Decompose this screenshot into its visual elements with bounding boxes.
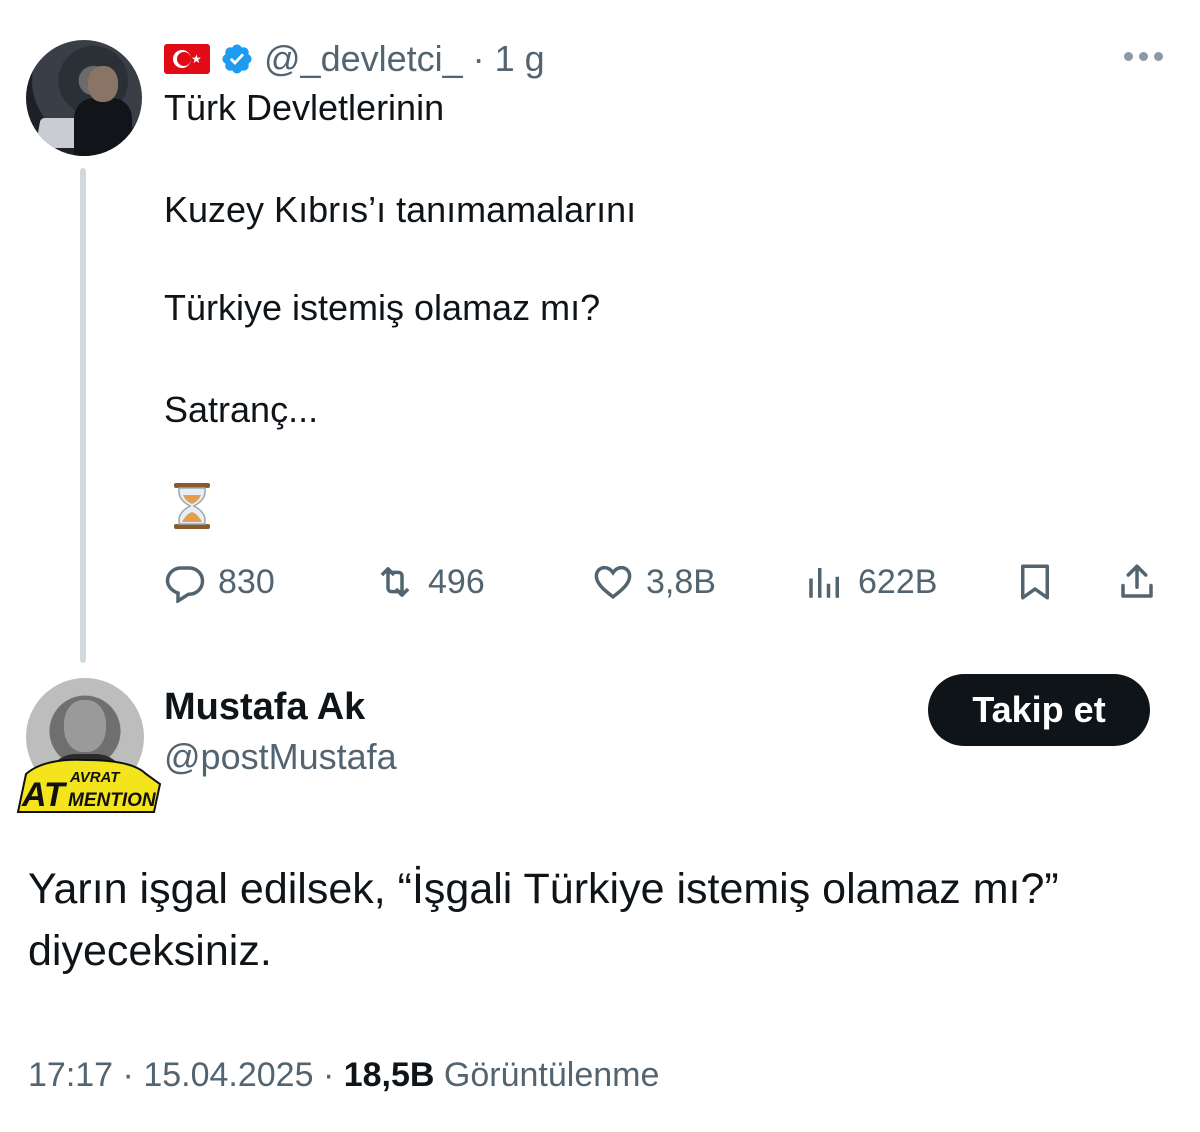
- badge-letters: AT: [21, 776, 68, 814]
- reply-text-line: Yarın işgal edilsek, “İşgali Türkiye ist…: [28, 865, 1059, 913]
- retweet-icon: [380, 567, 410, 597]
- bookmark-icon: [1021, 564, 1049, 600]
- more-icon[interactable]: [1124, 44, 1170, 68]
- tweet-header: ★ @_devletci_ · 1 g: [164, 36, 545, 82]
- thread-line: [80, 168, 86, 663]
- views-count: 622B: [858, 562, 938, 601]
- like-count: 3,8B: [646, 562, 716, 601]
- tweet-line: Türkiye istemiş olamaz mı?: [164, 287, 601, 328]
- reply-count: 830: [218, 562, 275, 601]
- reply-time[interactable]: 17:17: [28, 1056, 113, 1094]
- bookmark-button[interactable]: [1014, 556, 1056, 608]
- reply-text-line: diyeceksiniz.: [28, 927, 272, 975]
- at-mention-badge: AT AVRAT MENTION: [16, 758, 162, 814]
- badge-top: AVRAT: [69, 769, 121, 786]
- reply-views-count: 18,5B: [343, 1056, 435, 1094]
- hourglass-icon: [174, 483, 210, 529]
- reply-views-label: Görüntülenme: [443, 1056, 660, 1094]
- tweet-time[interactable]: 1 g: [495, 38, 545, 80]
- like-icon: [594, 565, 632, 600]
- reply-meta: 17:17 · 15.04.2025 · 18,5B Görüntülenme: [28, 1056, 659, 1095]
- author-handle[interactable]: @_devletci_: [264, 38, 463, 80]
- reply-date[interactable]: 15.04.2025: [143, 1056, 313, 1094]
- verified-icon: [222, 44, 252, 74]
- like-button[interactable]: 3,8B: [592, 556, 716, 608]
- flag-tr-icon: ★: [164, 44, 210, 74]
- tweet-actions: 830 496 3,8B 622B: [164, 556, 1174, 608]
- share-icon: [1121, 564, 1153, 598]
- dot-separator: ·: [122, 1056, 134, 1094]
- reply-text: Yarın işgal edilsek, “İşgali Türkiye ist…: [28, 858, 1178, 982]
- badge-bottom: MENTION: [68, 790, 157, 811]
- dot-separator: ·: [322, 1056, 335, 1094]
- tweet-line: Satranç...: [164, 389, 319, 430]
- share-button[interactable]: [1116, 556, 1158, 608]
- tweet-line: Türk Devletlerinin: [164, 87, 445, 128]
- tweet-line: Kuzey Kıbrıs’ı tanımamalarını: [164, 189, 637, 230]
- reply-author-name[interactable]: Mustafa Ak: [164, 686, 365, 729]
- follow-button[interactable]: Takip et: [928, 674, 1150, 746]
- dot-separator: ·: [472, 38, 485, 79]
- reply-button[interactable]: 830: [164, 556, 275, 608]
- retweet-count: 496: [428, 562, 485, 601]
- reply-author-handle[interactable]: @postMustafa: [164, 736, 397, 778]
- retweet-button[interactable]: 496: [374, 556, 485, 608]
- views-button[interactable]: 622B: [804, 556, 937, 608]
- author-avatar[interactable]: [26, 40, 142, 156]
- views-icon: [809, 568, 839, 598]
- reply-icon: [165, 566, 205, 603]
